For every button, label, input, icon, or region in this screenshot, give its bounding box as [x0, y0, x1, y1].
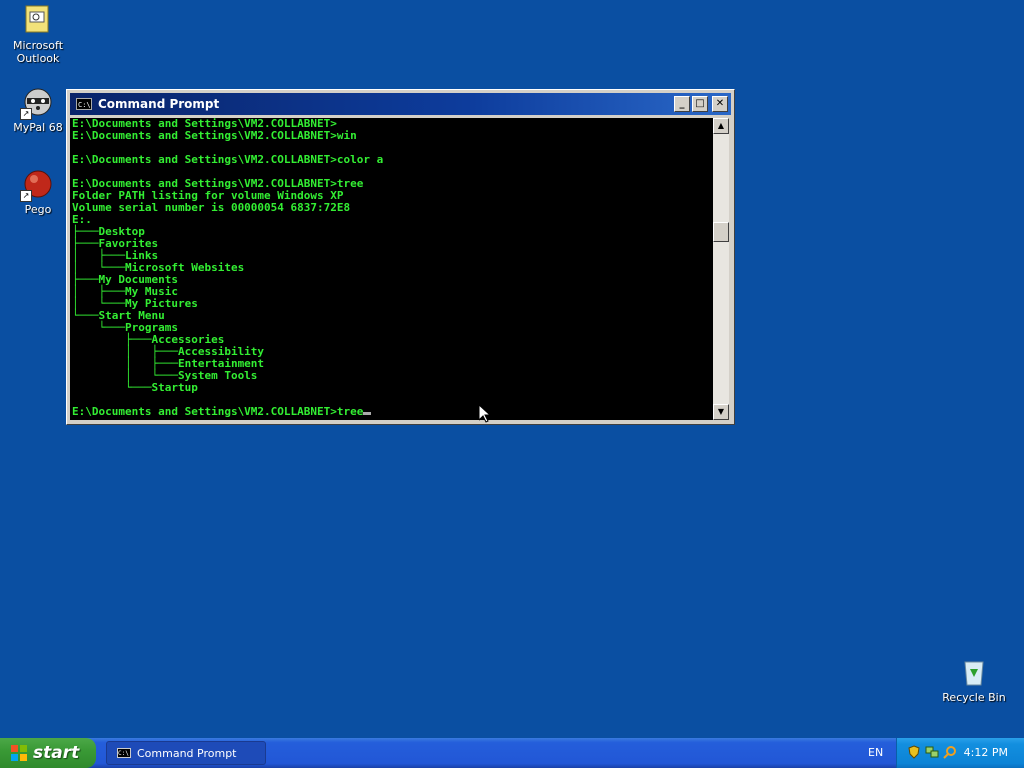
recycle-bin-icon: [958, 656, 990, 688]
desktop-icon-label-line2: Outlook: [16, 52, 60, 65]
scroll-thumb[interactable]: [713, 222, 729, 242]
console-line: E:\Documents and Settings\VM2.COLLABNET>…: [72, 153, 384, 166]
start-label: start: [33, 743, 80, 763]
text-cursor: [363, 412, 372, 415]
console-line: └───Startup: [72, 381, 198, 394]
language-indicator[interactable]: EN: [868, 738, 883, 768]
shortcut-arrow-icon: ↗: [20, 190, 32, 202]
console-icon: C:\: [117, 748, 131, 758]
windows-flag-icon: [10, 744, 28, 762]
command-prompt-window[interactable]: C:\ Command Prompt _ □ ✕ E:\Documents an…: [66, 89, 735, 425]
outlook-icon: [22, 4, 54, 36]
minimize-button[interactable]: _: [674, 96, 690, 112]
network-icon[interactable]: [925, 745, 939, 759]
taskbar: start C:\ Command Prompt EN 4:12 PM: [0, 738, 1024, 768]
console-output[interactable]: E:\Documents and Settings\VM2.COLLABNET>…: [70, 118, 713, 420]
scroll-down-button[interactable]: ▼: [713, 404, 729, 420]
console-line: │ └───My Pictures: [72, 297, 198, 310]
mouse-cursor-icon: [479, 405, 491, 423]
console-line: ├───Favorites: [72, 237, 159, 250]
shortcut-arrow-icon: ↗: [20, 108, 32, 120]
console-line: E:.: [72, 213, 92, 226]
desktop-icon-outlook[interactable]: Microsoft Outlook: [0, 4, 76, 65]
prompt-text: E:\Documents and Settings\VM2.COLLABNET>…: [72, 405, 364, 418]
desktop-icon-label: Pego: [24, 203, 52, 216]
start-button[interactable]: start: [0, 738, 96, 768]
close-button[interactable]: ✕: [712, 96, 728, 112]
console-prompt-line: E:\Documents and Settings\VM2.COLLABNET>…: [70, 406, 713, 418]
search-icon[interactable]: [943, 745, 957, 759]
console-line: E:\Documents and Settings\VM2.COLLABNET>…: [72, 129, 357, 142]
desktop-icon-pego[interactable]: ↗ Pego: [0, 168, 76, 216]
scroll-up-button[interactable]: ▲: [713, 118, 729, 134]
system-tray: 4:12 PM: [896, 738, 1024, 768]
security-shield-icon[interactable]: [907, 745, 921, 759]
desktop-icon-recycle-bin[interactable]: Recycle Bin: [936, 656, 1012, 704]
pego-icon: ↗: [20, 168, 54, 202]
desktop-icon-label: MyPal 68: [13, 121, 63, 134]
desktop-icon-label: Recycle Bin: [942, 691, 1006, 704]
title-bar[interactable]: C:\ Command Prompt _ □ ✕: [70, 93, 731, 115]
desktop-icon-label-line1: Microsoft: [12, 39, 64, 52]
console-line: Volume serial number is 00000054 6837:72…: [72, 201, 351, 214]
taskbar-item-label: Command Prompt: [137, 746, 237, 760]
taskbar-item-command-prompt[interactable]: C:\ Command Prompt: [106, 741, 266, 765]
maximize-button[interactable]: □: [692, 96, 708, 112]
clock[interactable]: 4:12 PM: [964, 738, 1008, 768]
vertical-scrollbar[interactable]: ▲ ▼: [713, 118, 729, 420]
window-title: Command Prompt: [98, 97, 220, 111]
console-icon[interactable]: C:\: [76, 98, 92, 110]
raccoon-icon: ↗: [20, 86, 54, 120]
desktop-icon-mypal[interactable]: ↗ MyPal 68: [0, 86, 76, 134]
console-line: ├───Desktop: [72, 225, 145, 238]
